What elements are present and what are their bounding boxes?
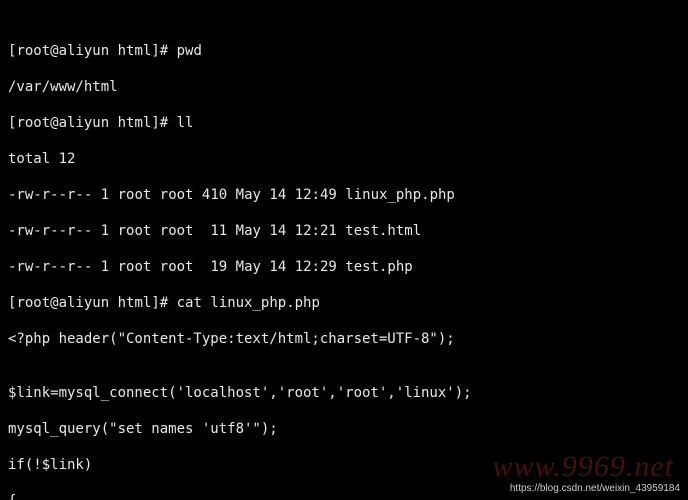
terminal-window[interactable]: [root@aliyun html]# pwd /var/www/html [r… xyxy=(0,0,688,500)
cmd-cat: cat linux_php.php xyxy=(177,295,320,311)
ll-row: -rw-r--r-- 1 root root 410 May 14 12:49 … xyxy=(8,186,680,204)
file-name: test.html xyxy=(345,223,421,239)
prompt-line: [root@aliyun html]# cat linux_php.php xyxy=(8,294,680,312)
source-url: https://blog.csdn.net/weixin_43959184 xyxy=(508,480,682,498)
file-name: linux_php.php xyxy=(345,187,455,203)
pwd-output: /var/www/html xyxy=(8,78,680,96)
prompt-host: aliyun xyxy=(59,43,110,59)
prompt-line: [root@aliyun html]# pwd xyxy=(8,42,680,60)
prompt-user: root xyxy=(16,43,50,59)
file-name: test.php xyxy=(345,259,412,275)
ll-total: total 12 xyxy=(8,150,680,168)
prompt-line: [root@aliyun html]# ll xyxy=(8,114,680,132)
file-content-line: if(!$link) xyxy=(8,456,680,474)
file-content-line: $link=mysql_connect('localhost','root','… xyxy=(8,384,680,402)
prompt-cwd: html xyxy=(118,43,152,59)
ll-row: -rw-r--r-- 1 root root 19 May 14 12:29 t… xyxy=(8,258,680,276)
ll-row: -rw-r--r-- 1 root root 11 May 14 12:21 t… xyxy=(8,222,680,240)
cmd-pwd: pwd xyxy=(177,43,202,59)
file-content-line: <?php header("Content-Type:text/html;cha… xyxy=(8,330,680,348)
cmd-ll: ll xyxy=(177,115,194,131)
prompt-at: @ xyxy=(50,43,58,59)
prompt-close: ]# xyxy=(151,43,176,59)
file-content-line: mysql_query("set names 'utf8'"); xyxy=(8,420,680,438)
